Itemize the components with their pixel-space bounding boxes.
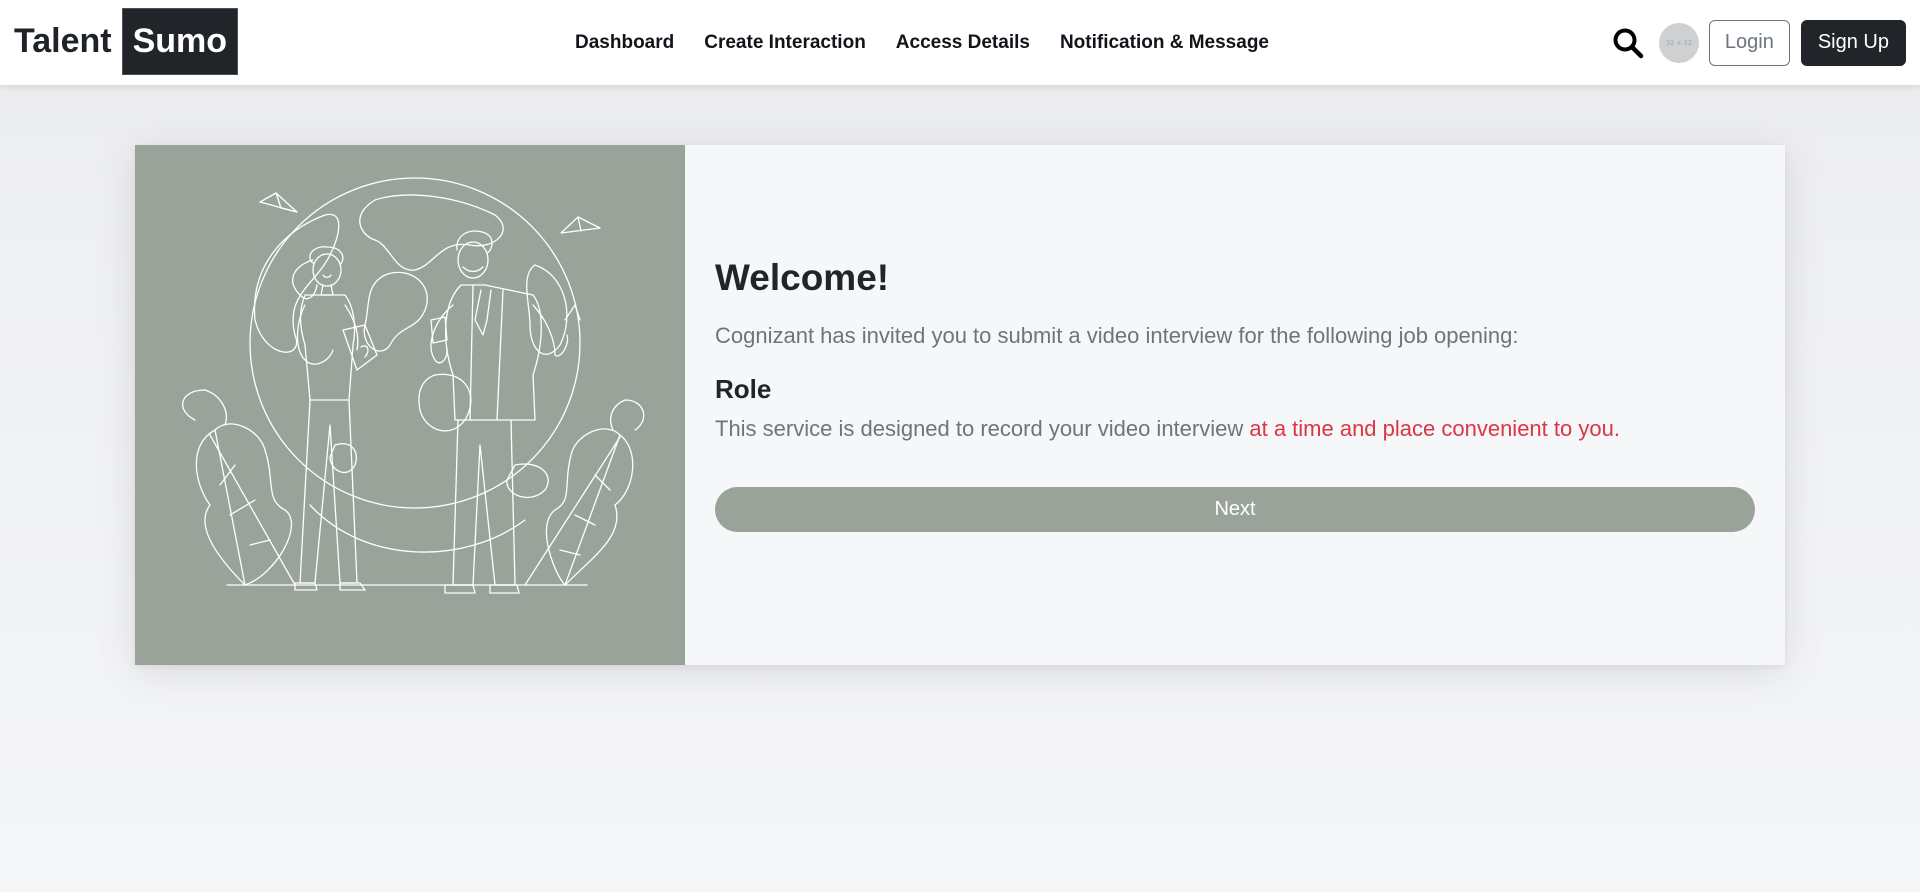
paper-plane-icon bbox=[560, 216, 601, 234]
avatar[interactable]: 32 x 32 bbox=[1658, 22, 1699, 63]
invite-text: Cognizant has invited you to submit a vi… bbox=[715, 323, 1519, 348]
next-button[interactable]: Next bbox=[715, 487, 1755, 532]
welcome-content: Welcome! Cognizant has invited you to su… bbox=[685, 145, 1785, 665]
nav-link-create-interaction[interactable]: Create Interaction bbox=[689, 32, 881, 54]
service-text-highlight: at a time and place convenient to you. bbox=[1249, 416, 1620, 441]
two-people-globe-illustration bbox=[135, 145, 685, 665]
welcome-card: Welcome! Cognizant has invited you to su… bbox=[135, 145, 1785, 665]
page-title: Welcome! bbox=[715, 257, 890, 298]
login-button[interactable]: Login bbox=[1708, 19, 1790, 66]
main-nav: Dashboard Create Interaction Access Deta… bbox=[560, 0, 1284, 85]
avatar-placeholder-text: 32 x 32 bbox=[1665, 38, 1693, 47]
nav-actions: 32 x 32 Login Sign Up bbox=[1611, 0, 1906, 85]
top-navbar: Talent Sumo Dashboard Create Interaction… bbox=[0, 0, 1920, 85]
nav-link-notification-message[interactable]: Notification & Message bbox=[1045, 32, 1284, 54]
search-icon[interactable] bbox=[1611, 26, 1645, 60]
brand-name-left: Talent bbox=[14, 22, 112, 60]
nav-link-dashboard[interactable]: Dashboard bbox=[560, 32, 689, 54]
nav-link-access-details[interactable]: Access Details bbox=[881, 32, 1045, 54]
service-text-main: This service is designed to record your … bbox=[715, 416, 1250, 441]
brand-logo[interactable]: Talent Sumo bbox=[14, 8, 239, 75]
brand-name-right: Sumo bbox=[121, 8, 239, 75]
paper-plane-icon bbox=[259, 192, 298, 213]
service-text: This service is designed to record your … bbox=[715, 416, 1620, 442]
woman-figure bbox=[292, 246, 378, 591]
role-label: Role bbox=[715, 374, 772, 404]
man-figure bbox=[430, 230, 581, 594]
signup-button[interactable]: Sign Up bbox=[1800, 19, 1906, 66]
